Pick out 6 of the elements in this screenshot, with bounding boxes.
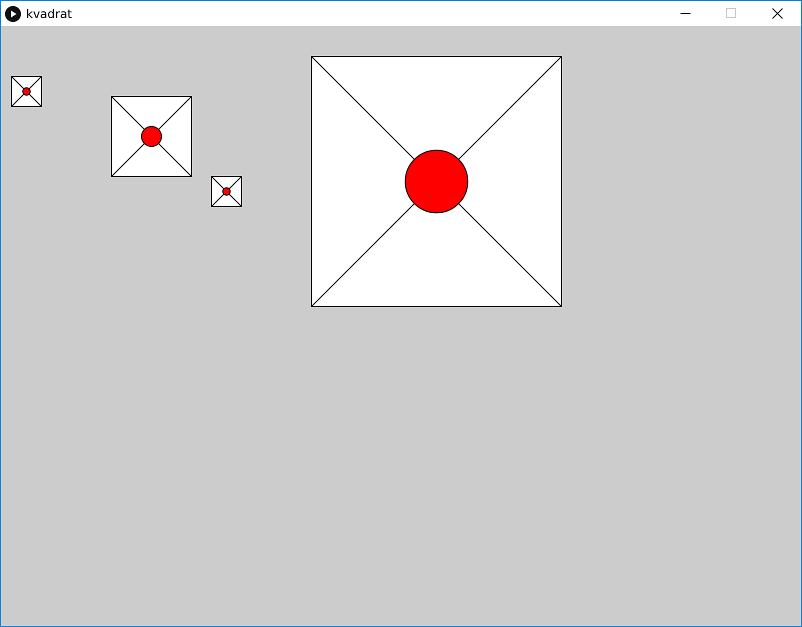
window-title: kvadrat [26, 6, 74, 20]
play-icon [5, 6, 21, 22]
close-icon [772, 8, 782, 19]
crossed-square-drawing [11, 76, 42, 107]
crossed-square-drawing [211, 176, 242, 207]
maximize-icon [726, 8, 736, 19]
